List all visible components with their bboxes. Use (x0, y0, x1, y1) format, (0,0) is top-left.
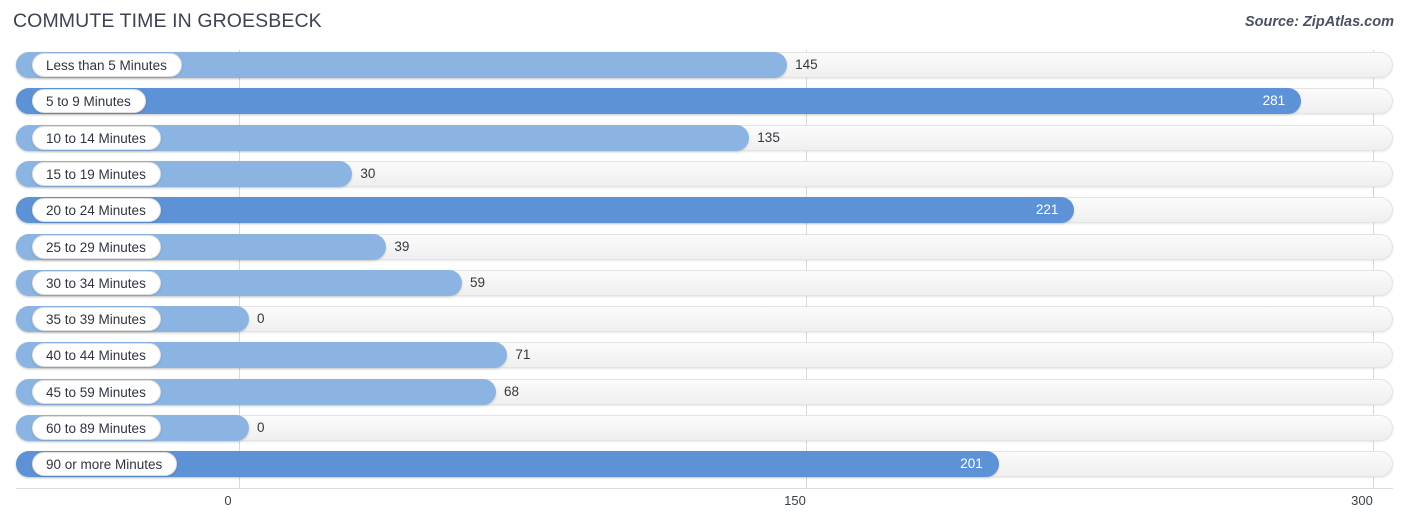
category-label: 30 to 34 Minutes (32, 270, 161, 295)
x-axis-line (16, 488, 1393, 489)
value-label: 68 (504, 383, 520, 399)
value-label: 221 (1035, 202, 1059, 218)
x-axis-tick-label: 300 (1351, 493, 1373, 508)
x-axis-tick-label: 150 (784, 493, 806, 508)
chart-root: COMMUTE TIME IN GROESBECK Source: ZipAtl… (0, 0, 1406, 523)
category-label: 35 to 39 Minutes (32, 307, 161, 332)
x-axis: 0 150 300 (0, 488, 1406, 523)
value-label: 135 (757, 129, 780, 145)
chart-row[interactable]: 20 to 24 Minutes 221 (0, 195, 1406, 225)
chart-row[interactable]: 60 to 89 Minutes 0 (0, 413, 1406, 443)
category-label: 60 to 89 Minutes (32, 416, 161, 440)
chart-row[interactable]: 90 or more Minutes 201 (0, 449, 1406, 479)
value-label: 71 (515, 347, 531, 363)
chart-row[interactable]: 35 to 39 Minutes 0 (0, 304, 1406, 334)
chart-plot-area: Less than 5 Minutes 145 5 to 9 Minutes 281 1… (0, 50, 1406, 488)
chart-row[interactable]: 10 to 14 Minutes 135 (0, 123, 1406, 153)
category-label: 45 to 59 Minutes (32, 379, 161, 404)
chart-row[interactable]: 25 to 29 Minutes 39 (0, 232, 1406, 262)
category-label: 15 to 19 Minutes (32, 161, 161, 186)
chart-row[interactable]: 40 to 44 Minutes 71 (0, 340, 1406, 370)
chart-row[interactable]: 30 to 34 Minutes 59 (0, 268, 1406, 298)
chart-row[interactable]: 5 to 9 Minutes 281 (0, 86, 1406, 116)
value-label: 281 (1262, 93, 1286, 109)
category-label: Less than 5 Minutes (32, 53, 182, 77)
value-label: 39 (394, 238, 410, 254)
x-axis-tick-label: 0 (224, 493, 232, 508)
value-label: 0 (257, 311, 265, 327)
value-label: 145 (795, 57, 818, 72)
value-label: 201 (960, 456, 983, 472)
category-label: 25 to 29 Minutes (32, 234, 161, 259)
value-label: 59 (470, 274, 486, 290)
value-label: 0 (257, 420, 265, 435)
chart-row[interactable]: 45 to 59 Minutes 68 (0, 377, 1406, 407)
page-title: COMMUTE TIME IN GROESBECK (13, 10, 322, 32)
value-label: 30 (360, 165, 376, 181)
chart-source-attribution: Source: ZipAtlas.com (1244, 14, 1394, 30)
category-label: 10 to 14 Minutes (32, 125, 161, 150)
category-label: 40 to 44 Minutes (32, 343, 161, 368)
chart-row[interactable]: Less than 5 Minutes 145 (0, 50, 1406, 80)
chart-row[interactable]: 15 to 19 Minutes 30 (0, 159, 1406, 189)
